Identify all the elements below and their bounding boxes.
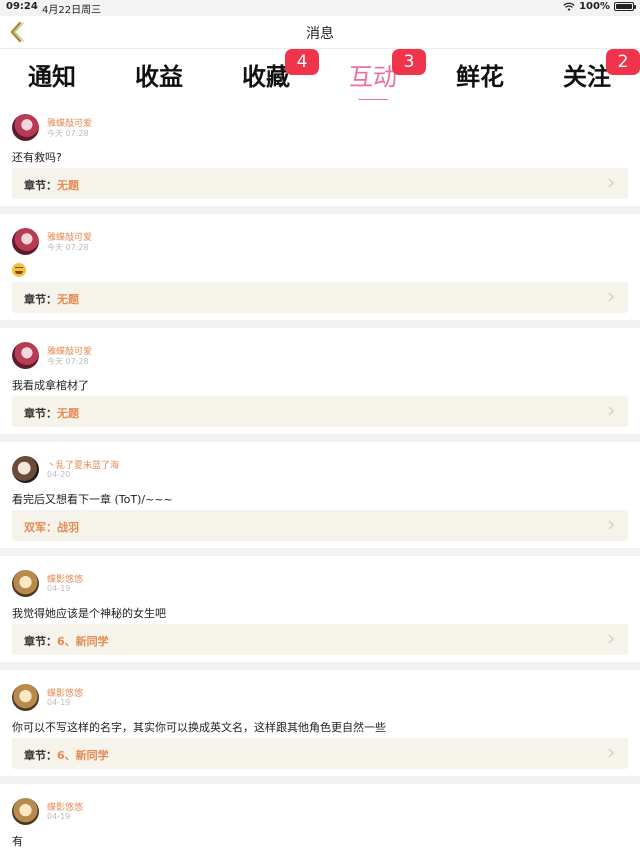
avatar[interactable] <box>12 570 39 597</box>
message-content: 我看成拿棺材了 <box>12 379 89 392</box>
wifi-icon <box>563 2 575 11</box>
message-content: 我觉得她应该是个神秘的女生吧 <box>12 607 166 620</box>
chapter-value: 战羽 <box>57 521 79 534</box>
chapter-link[interactable]: 章节：无题 <box>12 282 628 313</box>
chapter-link[interactable]: 章节：6、新同学 <box>12 738 628 769</box>
tab-label: 鲜花 <box>456 63 504 91</box>
avatar[interactable] <box>12 456 39 483</box>
status-right: 100% <box>563 1 636 12</box>
tab-bar: 通知 收益 收藏 4 互动 3 鲜花 关注 2 <box>0 48 640 101</box>
tab-label: 收益 <box>135 63 183 91</box>
status-bar: 09:24 4月22日周三 100% <box>0 0 640 16</box>
tab-label: 互动 <box>349 63 397 91</box>
chapter-text: 双军：战羽 <box>24 519 79 535</box>
message-time: 今天 07:28 <box>47 243 89 252</box>
message-time: 今天 07:28 <box>47 129 89 138</box>
tab-following[interactable]: 关注 2 <box>542 49 640 92</box>
chevron-right-icon <box>608 634 614 644</box>
chevron-right-icon <box>608 406 614 416</box>
chapter-label: 章节： <box>24 293 57 306</box>
message-time: 04-19 <box>47 698 71 707</box>
chapter-text: 章节：无题 <box>24 291 79 307</box>
chapter-text: 章节：无题 <box>24 177 79 193</box>
avatar[interactable] <box>12 114 39 141</box>
chevron-right-icon <box>608 178 614 188</box>
chapter-link[interactable]: 双军：战羽 <box>12 510 628 541</box>
battery-fill <box>616 4 632 9</box>
chapter-label: 章节： <box>24 749 57 762</box>
message-card: 蝶影悠悠 04-19 我觉得她应该是个神秘的女生吧 章节：6、新同学 <box>0 556 640 662</box>
page-title: 消息 <box>306 26 334 42</box>
laughing-emoji-icon <box>12 263 26 277</box>
tab-label: 关注 <box>563 63 611 91</box>
chapter-label: 章节： <box>24 407 57 420</box>
message-content: 看完后又想看下一章 (ToT)/~~~ <box>12 493 173 506</box>
battery-percent: 100% <box>579 1 610 12</box>
favorites-badge: 4 <box>285 49 319 75</box>
message-content: 还有救吗? <box>12 151 62 164</box>
following-badge: 2 <box>606 49 640 75</box>
chapter-text: 章节：无题 <box>24 405 79 421</box>
chapter-label: 章节： <box>24 179 57 192</box>
message-content: 有 <box>12 835 23 848</box>
chevron-right-icon <box>608 292 614 302</box>
tab-label: 通知 <box>28 63 76 91</box>
avatar[interactable] <box>12 684 39 711</box>
tab-flowers[interactable]: 鲜花 <box>435 57 525 92</box>
avatar[interactable] <box>12 342 39 369</box>
message-time: 04-19 <box>47 812 71 821</box>
chevron-right-icon <box>608 520 614 530</box>
nav-bar: 消息 <box>0 16 640 48</box>
tab-favorites[interactable]: 收藏 4 <box>221 49 319 92</box>
tab-label: 收藏 <box>242 63 290 91</box>
chevron-right-icon <box>608 748 614 758</box>
chapter-label: 双军： <box>24 521 57 534</box>
chapter-label: 章节： <box>24 635 57 648</box>
tab-interactions[interactable]: 互动 3 <box>328 49 426 101</box>
chapter-link[interactable]: 章节：6、新同学 <box>12 624 628 655</box>
message-content: 你可以不写这样的名字，其实你可以换成英文名，这样跟其他角色更自然一些 <box>12 721 386 734</box>
chapter-value: 6、新同学 <box>57 635 109 648</box>
message-card: 雅蝶敲可爱 今天 07:28 我看成拿棺材了 章节：无题 <box>0 328 640 434</box>
avatar[interactable] <box>12 798 39 825</box>
message-card: 雅蝶敲可爱 今天 07:28 还有救吗? 章节：无题 <box>0 100 640 206</box>
status-time: 09:24 <box>6 1 38 12</box>
chapter-link[interactable]: 章节：无题 <box>12 168 628 199</box>
chapter-value: 6、新同学 <box>57 749 109 762</box>
tab-earnings[interactable]: 收益 <box>114 57 204 92</box>
chapter-value: 无题 <box>57 407 79 420</box>
chapter-value: 无题 <box>57 179 79 192</box>
message-card: 丶乱了夏末蓝了海 04-20 看完后又想看下一章 (ToT)/~~~ 双军：战羽 <box>0 442 640 548</box>
status-date: 4月22日周三 <box>42 5 102 16</box>
interactions-badge: 3 <box>392 49 426 75</box>
message-card: 蝶影悠悠 04-19 你可以不写这样的名字，其实你可以换成英文名，这样跟其他角色… <box>0 670 640 776</box>
avatar[interactable] <box>12 228 39 255</box>
tab-notifications[interactable]: 通知 <box>7 57 97 92</box>
message-card: 雅蝶敲可爱 今天 07:28 章节：无题 <box>0 214 640 320</box>
chapter-value: 无题 <box>57 293 79 306</box>
message-feed[interactable]: 雅蝶敲可爱 今天 07:28 还有救吗? 章节：无题 雅蝶敲可爱 今天 07:2… <box>0 100 640 853</box>
message-card: 蝶影悠悠 04-19 有 <box>0 784 640 853</box>
chapter-link[interactable]: 章节：无题 <box>12 396 628 427</box>
message-time: 今天 07:28 <box>47 357 89 366</box>
battery-icon <box>614 2 636 11</box>
chapter-text: 章节：6、新同学 <box>24 633 109 649</box>
message-time: 04-19 <box>47 584 71 593</box>
message-content <box>12 263 26 280</box>
message-time: 04-20 <box>47 470 71 479</box>
chapter-text: 章节：6、新同学 <box>24 747 109 763</box>
